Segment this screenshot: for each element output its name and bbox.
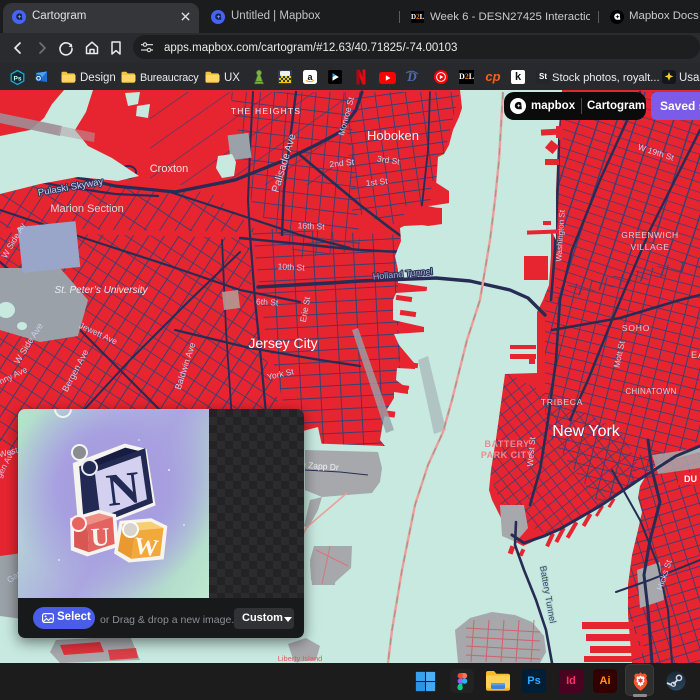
svg-text:EA: EA [691,350,700,360]
svg-text:U: U [90,522,110,552]
svg-text:Jersey City: Jersey City [248,335,317,351]
svg-text:10th St: 10th St [277,261,305,272]
svg-text:New York: New York [552,423,621,440]
svg-text:St. Peter’s University: St. Peter’s University [55,285,149,296]
svg-text:BATTERY: BATTERY [485,439,530,449]
svg-text:cp: cp [485,69,500,84]
svg-text:Marion Section: Marion Section [50,203,123,215]
svg-text:VILLAGE: VILLAGE [631,242,670,252]
svg-text:16th St: 16th St [297,220,325,231]
svg-text:Ps: Ps [14,76,22,83]
svg-text:SOHO: SOHO [622,323,650,333]
svg-text:GREENWICH: GREENWICH [621,230,678,240]
svg-text:THE HEIGHTS: THE HEIGHTS [231,106,301,116]
svg-text:W: W [132,533,159,562]
svg-text:Croxton: Croxton [150,163,189,175]
svg-text:6th St: 6th St [256,296,279,307]
svg-text:DU: DU [684,474,697,484]
svg-text:O: O [36,75,41,82]
svg-text:CHINATOWN: CHINATOWN [625,387,676,396]
svg-text:Hoboken: Hoboken [367,128,419,143]
svg-text:TRIBECA: TRIBECA [541,397,583,407]
svg-text:Liberty Island: Liberty Island [278,654,323,663]
